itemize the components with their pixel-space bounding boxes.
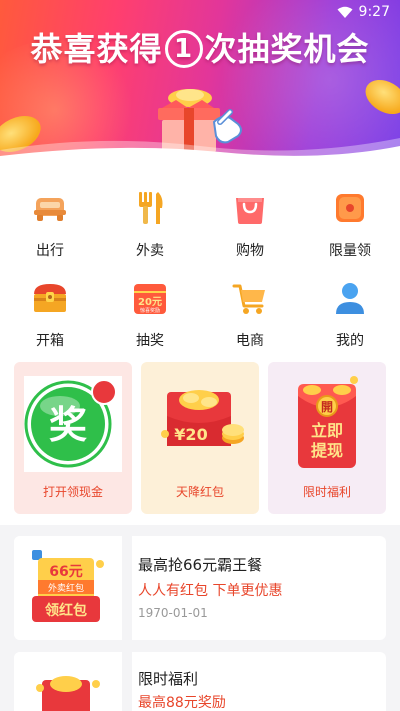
takeout-red-envelope-icon: 66元 外卖红包 领红包 bbox=[14, 536, 118, 640]
fork-knife-icon bbox=[139, 192, 163, 224]
envelope-line-2: 提现 bbox=[311, 441, 343, 460]
thumb-tag: 外卖红包 bbox=[48, 582, 84, 594]
open-envelope-icon: 開 立即 提现 bbox=[298, 376, 358, 468]
list-item-title: 最高抢66元霸王餐 bbox=[138, 556, 263, 574]
menu-label: 开箱 bbox=[36, 333, 64, 349]
menu-label: 外卖 bbox=[136, 243, 164, 259]
status-bar: 9:27 bbox=[337, 2, 390, 22]
menu-label: 抽奖 bbox=[136, 333, 164, 349]
menu-item-takeout[interactable]: 外卖 bbox=[110, 168, 190, 259]
status-time: 9:27 bbox=[358, 4, 390, 20]
menu-label: 出行 bbox=[36, 243, 64, 259]
divider bbox=[122, 530, 132, 646]
promo-cards: 奖 打开领现金 ¥20 天降红包 開 立即 提现 限时福利 bbox=[0, 350, 400, 525]
limited-coupon-icon bbox=[336, 194, 364, 222]
prize-badge-text: 奖 bbox=[49, 403, 87, 447]
treasure-chest-icon bbox=[34, 284, 66, 312]
hero-banner[interactable]: 9:27 恭喜获得 1 次抽奖机会 bbox=[0, 0, 400, 158]
gold-coin-icon bbox=[359, 73, 400, 121]
menu-label: 我的 bbox=[336, 333, 364, 349]
promo-label: 天降红包 bbox=[175, 485, 224, 499]
draw-count-badge: 1 bbox=[164, 30, 203, 68]
promo-label: 打开领现金 bbox=[42, 485, 103, 499]
list-item-date: 1970-01-01 bbox=[138, 606, 208, 620]
feature-grid: 出行 外卖 购物 限量领 开箱 20元 惊喜奖励 抽奖 电商 我的 bbox=[0, 158, 400, 350]
envelope-seal: 開 bbox=[321, 400, 333, 414]
menu-item-lottery[interactable]: 20元 惊喜奖励 抽奖 bbox=[110, 258, 190, 349]
shopping-bag-icon bbox=[236, 198, 264, 224]
promo-card-limited[interactable]: 開 立即 提现 限时福利 bbox=[268, 362, 386, 514]
list-item-title: 限时福利 bbox=[138, 670, 199, 688]
menu-item-ecommerce[interactable]: 电商 bbox=[210, 258, 290, 349]
list-item-subtitle: 最高88元奖励 bbox=[138, 695, 226, 711]
wifi-icon bbox=[337, 6, 353, 18]
menu-item-travel[interactable]: 出行 bbox=[10, 168, 90, 259]
menu-item-open-box[interactable]: 开箱 bbox=[10, 258, 90, 349]
banner-title-suffix: 次抽奖机会 bbox=[204, 30, 370, 68]
banner-wave bbox=[0, 138, 400, 158]
divider bbox=[122, 646, 132, 711]
list-item[interactable]: 限时福利 最高88元奖励 bbox=[14, 646, 386, 711]
lottery-icon: 20元 惊喜奖励 bbox=[134, 284, 166, 314]
banner-title-prefix: 恭喜获得 bbox=[30, 30, 163, 68]
list-item[interactable]: 66元 外卖红包 领红包 最高抢66元霸王餐 人人有红包 下单更优惠 1970-… bbox=[14, 530, 386, 646]
envelope-amount: ¥20 bbox=[174, 425, 207, 444]
list-item-subtitle: 人人有红包 下单更优惠 bbox=[138, 583, 283, 599]
banner-title: 恭喜获得 1 次抽奖机会 bbox=[0, 24, 400, 70]
envelope-line-1: 立即 bbox=[311, 421, 343, 440]
promo-label: 限时福利 bbox=[302, 485, 351, 499]
thumb-cta: 领红包 bbox=[45, 602, 87, 619]
promo-card-red-envelope[interactable]: ¥20 天降红包 bbox=[141, 362, 259, 514]
menu-item-profile[interactable]: 我的 bbox=[310, 258, 390, 349]
lottery-subtext: 惊喜奖励 bbox=[140, 307, 160, 314]
user-icon bbox=[336, 283, 364, 314]
menu-item-limited[interactable]: 限量领 bbox=[310, 168, 390, 259]
menu-label: 电商 bbox=[236, 333, 264, 349]
car-icon bbox=[34, 198, 66, 221]
thumb-amount: 66元 bbox=[49, 564, 82, 580]
red-envelope-thumb-icon bbox=[14, 652, 118, 711]
prize-ball-icon: 奖 bbox=[24, 376, 122, 472]
menu-item-shopping[interactable]: 购物 bbox=[210, 168, 290, 259]
menu-label: 限量领 bbox=[329, 243, 371, 259]
menu-label: 购物 bbox=[236, 243, 264, 259]
red-envelope-coins-icon: ¥20 bbox=[161, 390, 244, 446]
shopping-cart-icon bbox=[232, 284, 265, 314]
lottery-amount: 20元 bbox=[138, 296, 162, 308]
promo-card-cash[interactable]: 奖 打开领现金 bbox=[14, 362, 132, 514]
